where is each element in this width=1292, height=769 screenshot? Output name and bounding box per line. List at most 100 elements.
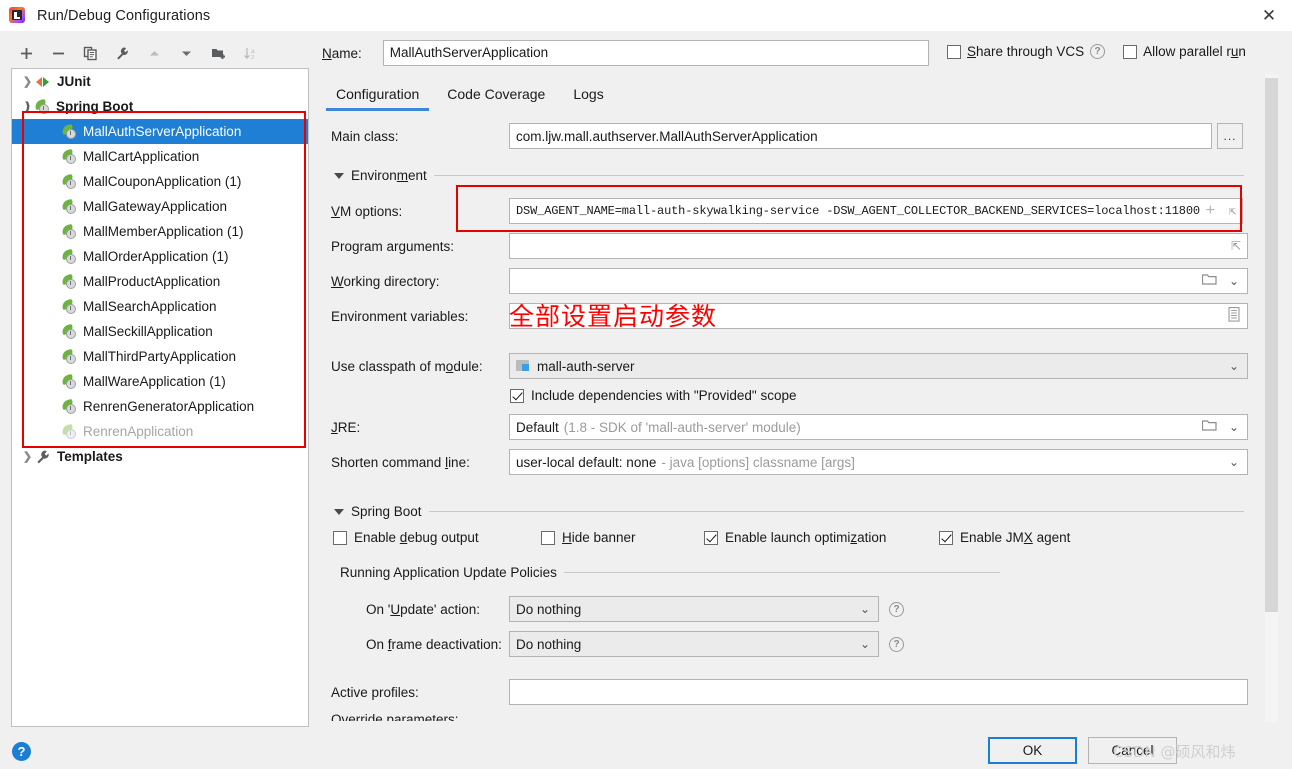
chevron-down-icon[interactable]: ⌄ (1229, 274, 1239, 288)
copy-configuration-button[interactable] (76, 40, 105, 66)
tree-item-mallauthserverapplication[interactable]: MallAuthServerApplication (12, 119, 308, 144)
tree-item-label: MallGatewayApplication (83, 199, 228, 214)
environment-group-header: Environment (334, 168, 1244, 183)
vm-options-input[interactable]: DSW_AGENT_NAME=mall-auth-skywalking-serv… (509, 198, 1243, 224)
chevron-down-icon[interactable]: ⌄ (860, 602, 870, 616)
on-frame-deactivation-row: On frame deactivation: Do nothing ⌄ ? (366, 631, 904, 657)
tab-code-coverage[interactable]: Code Coverage (433, 80, 559, 111)
program-arguments-input[interactable]: ⇱ (509, 233, 1248, 259)
triangle-down-icon[interactable] (334, 508, 344, 515)
ok-button[interactable]: OK (988, 737, 1077, 764)
tree-group-junit[interactable]: ❯ JUnit (12, 69, 308, 94)
arrow-down-icon[interactable] (172, 40, 201, 66)
on-update-action-select[interactable]: Do nothing ⌄ (509, 596, 879, 622)
chevron-right-icon[interactable]: ❯ (20, 75, 35, 88)
main-class-label: Main class: (331, 128, 399, 144)
jre-select[interactable]: Default (1.8 - SDK of 'mall-auth-server'… (509, 414, 1248, 440)
tree-item-mallcouponapplication[interactable]: MallCouponApplication (1) (12, 169, 308, 194)
tree-item-mallthirdpartyapplication[interactable]: MallThirdPartyApplication (12, 344, 308, 369)
tree-item-mallcartapplication[interactable]: MallCartApplication (12, 144, 308, 169)
include-provided-row: Include dependencies with "Provided" sco… (510, 388, 797, 403)
spring-boot-icon (61, 198, 78, 215)
remove-configuration-button[interactable] (44, 40, 73, 66)
browse-main-class-button[interactable]: ... (1217, 123, 1243, 149)
spring-boot-icon (61, 223, 78, 240)
enable-jmx-agent-checkbox[interactable] (939, 530, 953, 545)
tree-group-templates[interactable]: ❯ Templates (12, 444, 308, 469)
tree-group-label: JUnit (57, 74, 91, 89)
shorten-command-line-select[interactable]: user-local default: none - java [options… (509, 449, 1248, 475)
configurations-toolbar: a z (12, 38, 302, 68)
enable-debug-output-checkbox[interactable] (333, 530, 347, 545)
spring-boot-icon (61, 248, 78, 265)
tree-item-mallsearchapplication[interactable]: MallSearchApplication (12, 294, 308, 319)
help-icon[interactable]: ? (12, 742, 31, 761)
tree-item-mallgatewayapplication[interactable]: MallGatewayApplication (12, 194, 308, 219)
on-frame-deactivation-select[interactable]: Do nothing ⌄ (509, 631, 879, 657)
name-input[interactable]: MallAuthServerApplication (382, 40, 929, 66)
content-scrollbar-thumb[interactable] (1265, 78, 1278, 612)
chevron-down-icon[interactable]: ❫ (20, 100, 35, 113)
classpath-select[interactable]: mall-auth-server ⌄ (509, 353, 1248, 379)
folder-add-icon[interactable] (204, 40, 233, 66)
allow-parallel-run-checkbox[interactable] (1123, 44, 1138, 59)
expand-icon[interactable]: ⇱ (1229, 204, 1236, 219)
enable-launch-optimization-checkbox[interactable] (704, 530, 718, 545)
active-profiles-input[interactable] (509, 679, 1248, 705)
spring-boot-icon (61, 348, 78, 365)
hide-banner-checkbox[interactable] (541, 530, 555, 545)
spring-boot-icon (34, 98, 51, 115)
chevron-down-icon[interactable]: ⌄ (1229, 455, 1239, 469)
question-icon[interactable]: ? (889, 601, 904, 617)
wrench-icon[interactable] (108, 40, 137, 66)
add-configuration-button[interactable] (12, 40, 41, 66)
working-directory-input[interactable]: ⌄ (509, 268, 1248, 294)
share-through-vcs-checkbox[interactable] (947, 44, 961, 59)
enable-launch-optimization-row: Enable launch optimization (704, 530, 886, 545)
name-label: Name: (322, 45, 362, 61)
tree-item-mallorderapplication[interactable]: MallOrderApplication (1) (12, 244, 308, 269)
question-icon[interactable]: ? (1090, 44, 1106, 59)
top-options: Share through VCS ? Allow parallel run (947, 44, 1246, 59)
question-icon[interactable]: ? (889, 636, 904, 652)
tree-item-mallwareapplication[interactable]: MallWareApplication (1) (12, 369, 308, 394)
close-icon[interactable]: ✕ (1246, 0, 1292, 31)
tab-configuration[interactable]: Configuration (322, 80, 433, 111)
tab-logs[interactable]: Logs (559, 80, 617, 111)
intellij-idea-icon (9, 7, 26, 24)
folder-icon[interactable] (1201, 419, 1217, 435)
tree-item-renrengeneratorapplication[interactable]: RenrenGeneratorApplication (12, 394, 308, 419)
chevron-down-icon[interactable]: ⌄ (1229, 420, 1239, 434)
chevron-right-icon[interactable]: ❯ (20, 450, 35, 463)
name-row: Name: MallAuthServerApplication (322, 40, 929, 66)
jre-hint: (1.8 - SDK of 'mall-auth-server' module) (563, 419, 801, 435)
tree-item-renrenapplication[interactable]: RenrenApplication (12, 419, 308, 444)
chevron-down-icon[interactable]: ⌄ (1229, 359, 1239, 373)
plus-icon[interactable]: + (1206, 202, 1216, 220)
arrow-up-icon[interactable] (140, 40, 169, 66)
spring-boot-icon (61, 273, 78, 290)
triangle-down-icon[interactable] (334, 172, 344, 179)
tree-group-spring-boot[interactable]: ❫ Spring Boot (12, 94, 308, 119)
classpath-value: mall-auth-server (537, 358, 635, 374)
list-icon[interactable] (1228, 307, 1240, 325)
chevron-down-icon[interactable]: ⌄ (860, 637, 870, 651)
sort-az-icon[interactable]: a z (236, 40, 265, 66)
tree-item-label: RenrenApplication (83, 424, 194, 439)
tree-item-mallmemberapplication[interactable]: MallMemberApplication (1) (12, 219, 308, 244)
dialog-title: Run/Debug Configurations (37, 7, 211, 24)
spring-boot-icon (61, 423, 78, 440)
tree-item-mallproductapplication[interactable]: MallProductApplication (12, 269, 308, 294)
annotation-text: 全部设置启动参数 (509, 302, 718, 331)
expand-icon[interactable]: ⇱ (1231, 239, 1241, 253)
tree-item-label: MallProductApplication (83, 274, 221, 289)
folder-icon[interactable] (1201, 273, 1217, 289)
tree-item-label: MallCouponApplication (1) (83, 174, 242, 189)
environment-group-label: Environment (351, 168, 427, 183)
enable-launch-optimization-label: Enable launch optimization (725, 530, 887, 545)
tree-item-mallseckillapplication[interactable]: MallSeckillApplication (12, 319, 308, 344)
include-provided-checkbox[interactable] (510, 388, 524, 403)
configurations-tree[interactable]: ❯ JUnit ❫ Spring Boot MallAuthServerAppl… (11, 68, 309, 727)
classpath-row: Use classpath of module: mall-auth-serve… (331, 353, 1248, 379)
main-class-input[interactable]: com.ljw.mall.authserver.MallAuthServerAp… (509, 123, 1212, 149)
